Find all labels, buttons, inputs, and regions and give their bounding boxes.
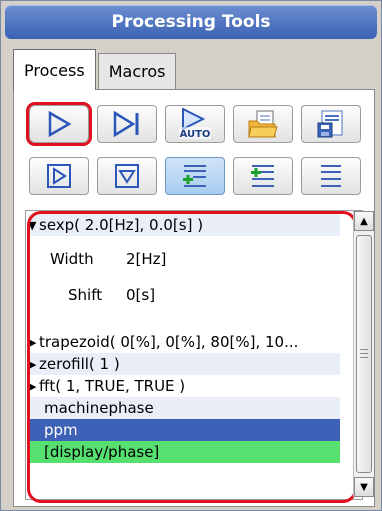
list-item-label: machinephase [44,399,154,417]
list-item[interactable]: machinephase [28,397,340,419]
list-item[interactable]: ▶ zerofill( 1 ) [28,353,340,375]
param-value[interactable]: 0[s] [126,286,155,304]
expand-button[interactable] [97,157,157,195]
list-item-label: ppm [44,421,78,439]
list-item-highlighted[interactable]: [display/phase] [28,441,340,463]
list-item[interactable]: ▶ trapezoid( 0[%], 0[%], 80[%], 10... [28,331,340,353]
open-button[interactable] [233,105,293,143]
down-box-icon [115,164,139,188]
run-icon [48,111,72,137]
list-item-label: sexp( 2.0[Hz], 0.0[s] ) [39,216,204,234]
run-step-button[interactable] [29,157,89,195]
process-list[interactable]: ▼ sexp( 2.0[Hz], 0.0[s] ) Width 2[Hz] Sh… [25,210,363,500]
scroll-thumb[interactable] [356,235,372,473]
panel-title: Processing Tools [5,5,377,39]
auto-label: AUTO [180,129,211,140]
grip-line [360,357,368,358]
collapsed-triangle-icon[interactable]: ▶ [28,358,38,371]
param-name: Width [50,250,94,268]
scroll-up-icon[interactable]: ▲ [354,211,374,231]
collapsed-triangle-icon[interactable]: ▶ [28,380,38,393]
save-button[interactable] [301,105,361,143]
processing-tools-panel: Processing Tools Process Macros AUTO ▼ s… [0,0,382,511]
list-item[interactable]: ▼ sexp( 2.0[Hz], 0.0[s] ) [28,214,340,236]
toolbar-row-2 [29,157,361,195]
play-box-icon [47,164,71,188]
list-item-label: fft( 1, TRUE, TRUE ) [39,377,186,395]
expanded-triangle-icon[interactable]: ▼ [28,219,38,232]
tab-strip: Process Macros [13,49,178,90]
auto-button[interactable]: AUTO [165,105,225,143]
list-scrollbar[interactable]: ▲ ▼ [353,211,374,497]
list-icon [321,165,341,187]
step-button[interactable] [97,105,157,143]
scroll-down-icon[interactable]: ▼ [354,477,374,497]
insert-list-icon [251,165,274,187]
param-value[interactable]: 2[Hz] [126,250,166,268]
grip-line [360,353,368,354]
add-process-button[interactable] [165,157,225,195]
collapsed-triangle-icon[interactable]: ▶ [28,336,38,349]
tab-process[interactable]: Process [13,49,96,90]
grip-line [360,349,368,350]
list-button[interactable] [301,157,361,195]
step-icon [113,111,139,137]
list-item[interactable]: ▶ fft( 1, TRUE, TRUE ) [28,375,340,397]
run-button[interactable] [26,102,92,146]
list-item-label: trapezoid( 0[%], 0[%], 80[%], 10... [39,333,299,351]
add-list-icon [183,165,206,187]
open-folder-icon [248,110,278,138]
list-item-selected[interactable]: ppm [28,419,340,441]
list-item-label: [display/phase] [44,443,160,461]
insert-process-button[interactable] [233,157,293,195]
toolbar-row-1: AUTO [26,102,361,146]
save-list-icon [317,110,343,138]
tab-macros[interactable]: Macros [97,53,177,89]
auto-icon: AUTO [179,108,211,140]
list-item-label: zerofill( 1 ) [39,355,120,373]
param-name: Shift [68,286,103,304]
